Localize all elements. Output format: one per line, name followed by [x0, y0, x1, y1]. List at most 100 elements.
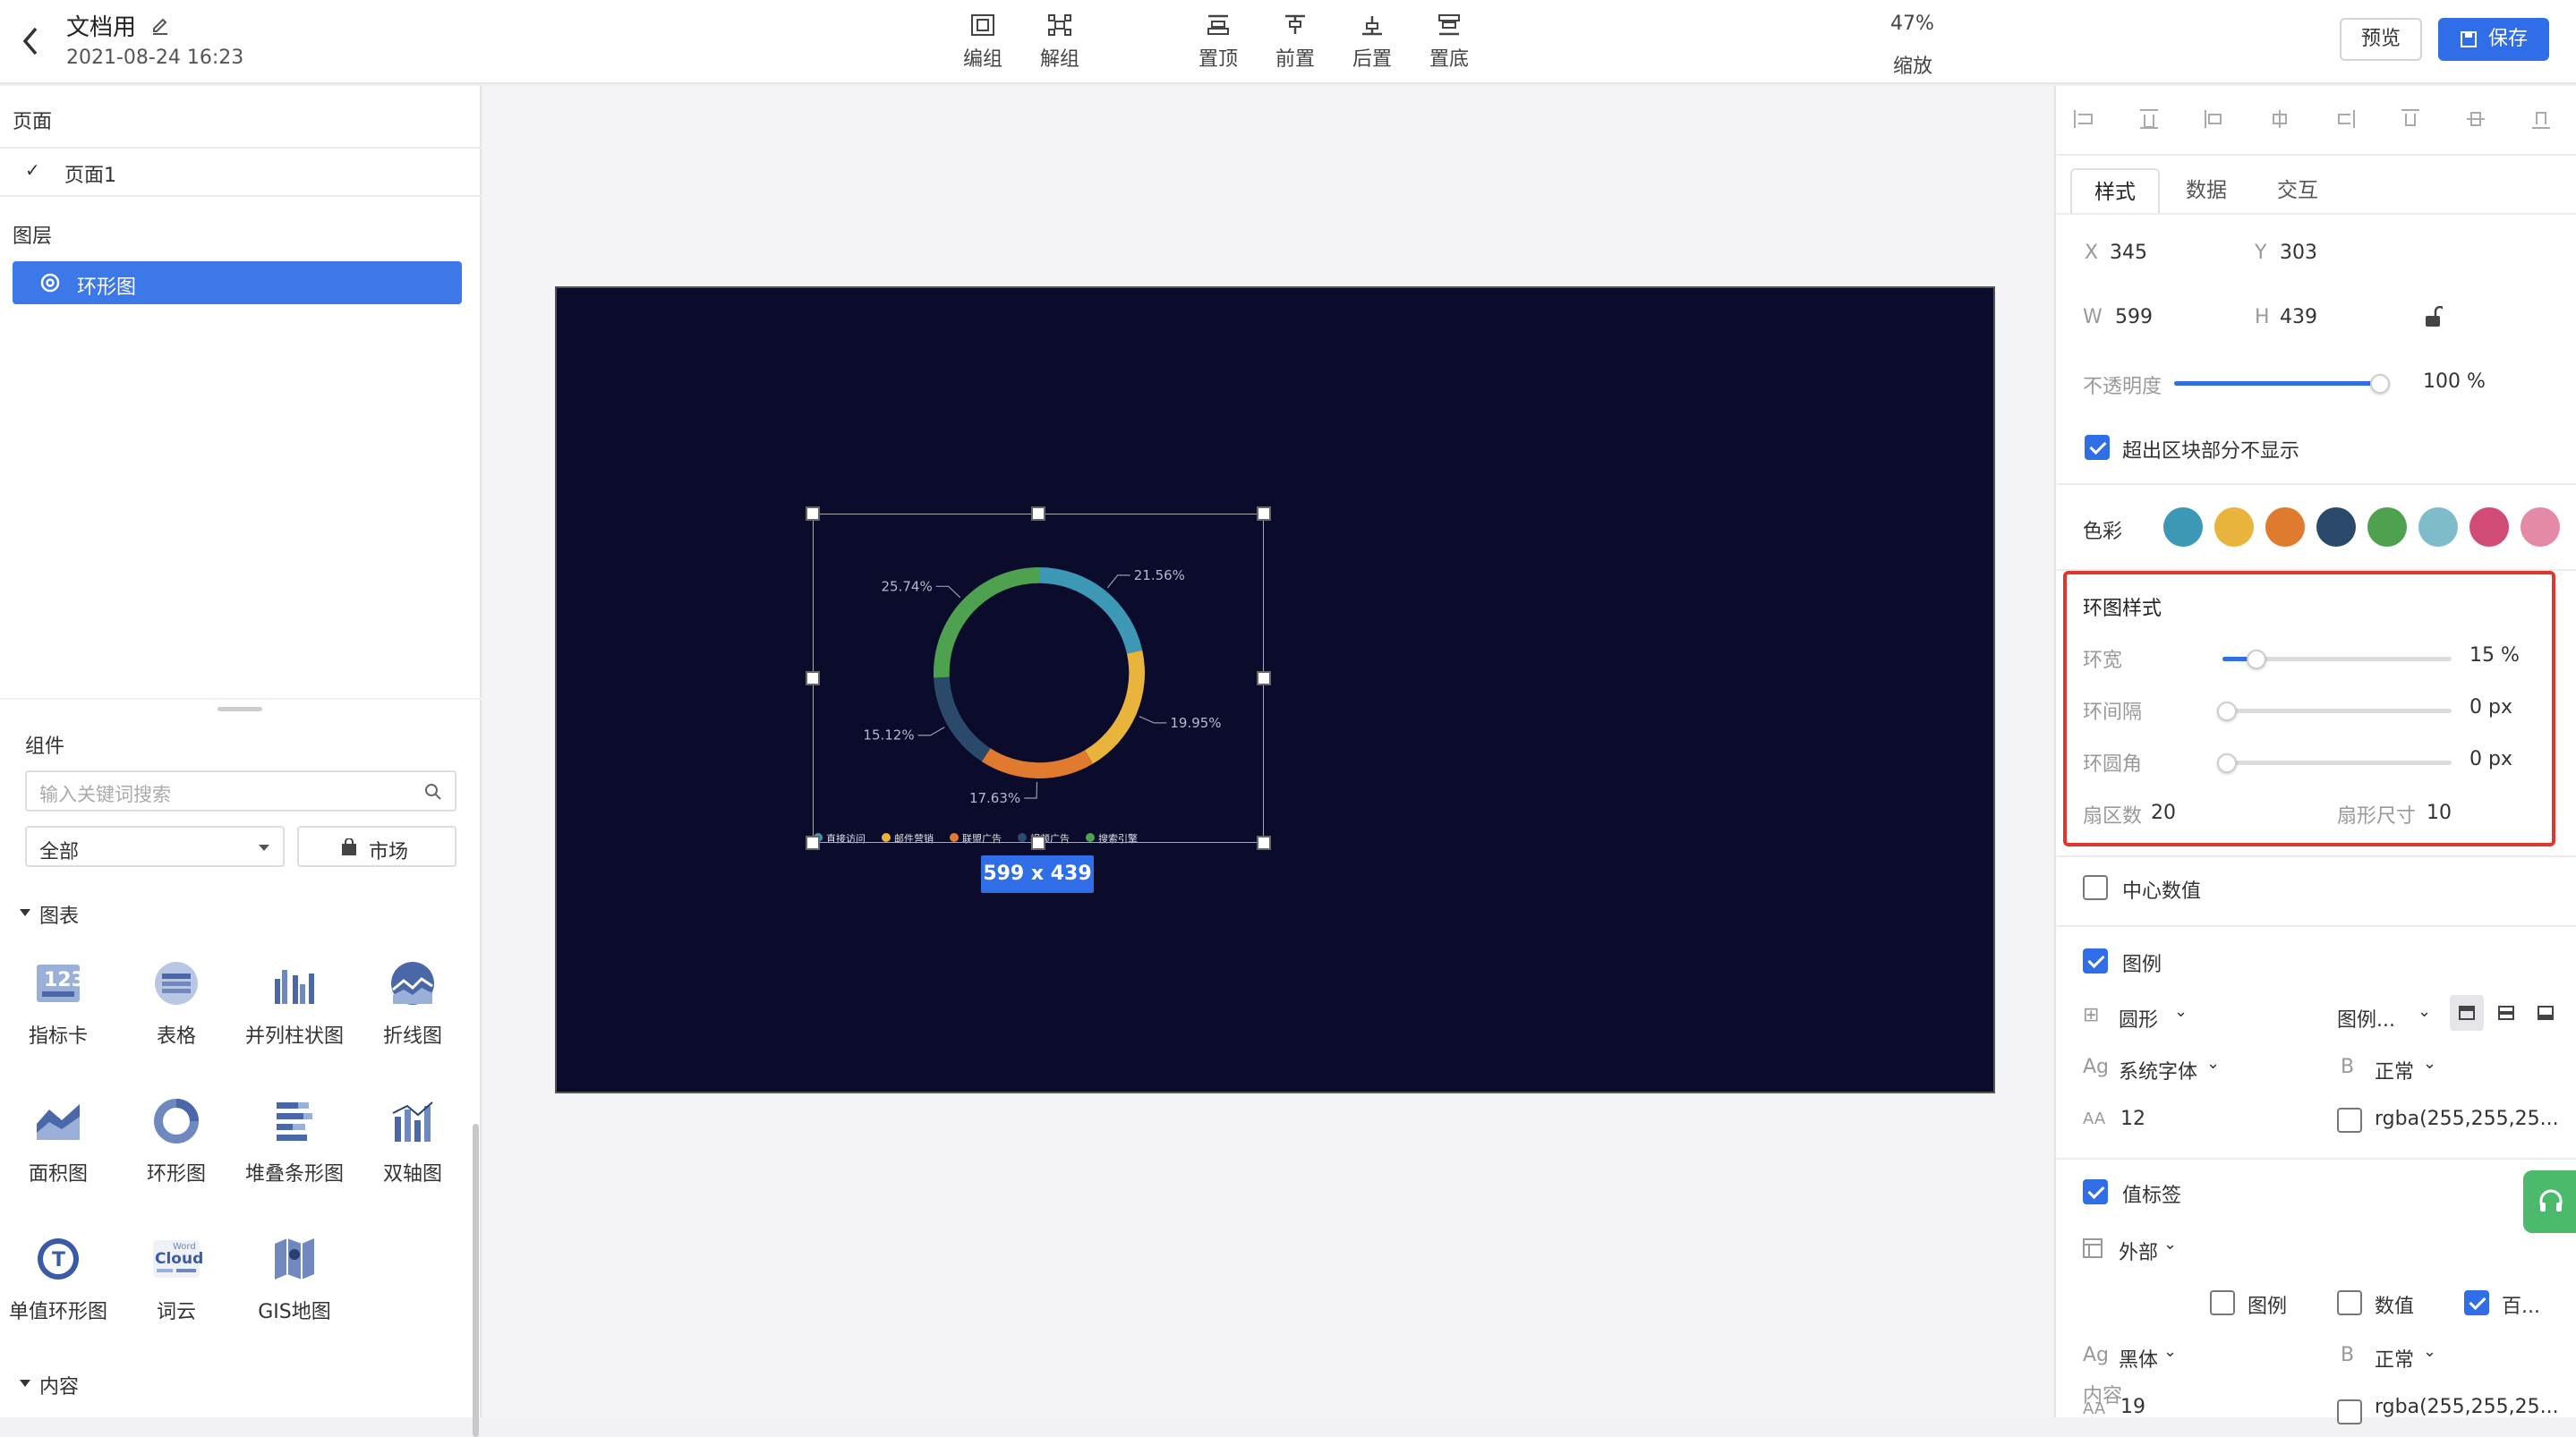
align-top-icon[interactable] — [2333, 107, 2357, 131]
align-right-icon[interactable] — [2203, 107, 2226, 131]
color-swatch[interactable] — [2316, 507, 2356, 547]
color-swatch[interactable] — [2214, 507, 2254, 547]
distribute-h-icon[interactable] — [2268, 107, 2291, 131]
left-scrollbar[interactable] — [473, 1124, 479, 1437]
content-value-checkbox[interactable] — [2337, 1290, 2362, 1315]
tab-interaction[interactable]: 交互 — [2253, 168, 2342, 215]
legend-weight-select[interactable]: 正常 — [2375, 1056, 2414, 1084]
send-to-bottom-button[interactable]: 置底 — [1413, 9, 1485, 72]
component-table[interactable]: 表格 — [118, 959, 235, 1049]
legend-font-size-input[interactable]: 12 — [2120, 1108, 2145, 1130]
layer-item-donut[interactable]: 环形图 — [13, 261, 462, 304]
tab-style[interactable]: 样式 — [2070, 168, 2160, 215]
resize-handle-se[interactable] — [1257, 836, 1271, 850]
legend-color-value[interactable]: rgba(255,255,25... — [2375, 1108, 2559, 1130]
selection-box[interactable] — [813, 514, 1264, 843]
ring-gap-value[interactable]: 0 px — [2469, 696, 2512, 718]
resize-handle-n[interactable] — [1031, 506, 1045, 521]
color-swatch[interactable] — [2469, 507, 2509, 547]
legend-position-select[interactable]: 图例... — [2337, 1004, 2395, 1033]
value-label-color-value[interactable]: rgba(255,255,25... — [2375, 1396, 2559, 1418]
panel-resize-handle[interactable] — [218, 707, 262, 711]
color-swatch[interactable] — [2163, 507, 2203, 547]
preview-button[interactable]: 预览 — [2340, 18, 2422, 61]
component-search-input[interactable]: 输入关键词搜索 — [25, 770, 456, 812]
save-button[interactable]: 保存 — [2438, 18, 2549, 61]
category-select[interactable]: 全部 — [25, 826, 285, 867]
color-swatch[interactable] — [2418, 507, 2458, 547]
component-dual-axis[interactable]: 双轴图 — [354, 1097, 471, 1186]
value-label-font-select[interactable]: 黑体 — [2119, 1344, 2158, 1373]
ungroup-button[interactable]: 解组 — [1024, 9, 1096, 72]
color-swatch[interactable] — [2521, 507, 2560, 547]
edit-icon[interactable] — [150, 16, 170, 41]
group-button[interactable]: 编组 — [947, 9, 1019, 72]
resize-handle-sw[interactable] — [806, 836, 820, 850]
component-metric-card[interactable]: 123 指标卡 — [0, 959, 116, 1049]
unlock-icon[interactable] — [2423, 306, 2443, 327]
ring-radius-slider-thumb[interactable] — [2217, 753, 2237, 773]
sector-count-input[interactable]: 20 — [2151, 802, 2176, 824]
resize-handle-w[interactable] — [806, 671, 820, 685]
component-area-chart[interactable]: 面积图 — [0, 1097, 116, 1186]
w-input[interactable]: 599 — [2115, 306, 2153, 328]
center-value-checkbox[interactable] — [2083, 875, 2108, 900]
legend-layout-1-button[interactable] — [2450, 995, 2484, 1031]
legend-shape-select[interactable]: 圆形 — [2119, 1004, 2158, 1033]
resize-handle-ne[interactable] — [1257, 506, 1271, 521]
tab-data[interactable]: 数据 — [2162, 168, 2251, 215]
opacity-slider-thumb[interactable] — [2370, 374, 2390, 394]
value-label-checkbox[interactable] — [2083, 1179, 2108, 1204]
legend-layout-3-button[interactable] — [2529, 995, 2563, 1031]
legend-checkbox[interactable] — [2083, 948, 2108, 974]
resize-handle-e[interactable] — [1257, 671, 1271, 685]
align-vcenter-icon[interactable] — [2399, 107, 2422, 131]
ring-gap-track[interactable] — [2222, 709, 2452, 713]
y-input[interactable]: 303 — [2280, 242, 2317, 264]
align-hcenter-icon[interactable] — [2137, 107, 2161, 131]
x-input[interactable]: 345 — [2110, 242, 2147, 264]
h-input[interactable]: 439 — [2280, 306, 2317, 328]
clip-overflow-checkbox[interactable] — [2085, 435, 2110, 460]
value-label-position-select[interactable]: 外部 — [2119, 1237, 2158, 1265]
opacity-value[interactable]: 100 % — [2423, 370, 2486, 393]
sector-size-input[interactable]: 10 — [2427, 802, 2452, 824]
content-group-header[interactable]: 内容 — [20, 1371, 199, 1399]
legend-font-select[interactable]: 系统字体 — [2119, 1056, 2197, 1084]
component-line-chart[interactable]: 折线图 — [354, 959, 471, 1049]
content-legend-checkbox[interactable] — [2210, 1290, 2235, 1315]
page-item[interactable]: ✓ 页面1 — [0, 149, 482, 195]
chart-group-header[interactable]: 图表 — [20, 900, 199, 928]
resize-handle-s[interactable] — [1031, 836, 1045, 850]
donut-chart[interactable]: 21.56%19.95%17.63%15.12%25.74%直接访问 邮件营销 联盟… — [557, 288, 1993, 1092]
value-label-font-size-input[interactable]: 19 — [2120, 1396, 2145, 1418]
align-bottom-icon[interactable] — [2464, 107, 2487, 131]
legend-layout-2-button[interactable] — [2489, 995, 2523, 1031]
ring-radius-track[interactable] — [2222, 761, 2452, 765]
align-left-icon[interactable] — [2072, 107, 2095, 131]
color-swatch[interactable] — [2265, 507, 2305, 547]
value-label-color-swatch[interactable] — [2337, 1399, 2362, 1424]
bring-forward-button[interactable]: 前置 — [1259, 9, 1331, 72]
ring-radius-value[interactable]: 0 px — [2469, 748, 2512, 770]
help-support-button[interactable] — [2523, 1170, 2576, 1233]
distribute-v-icon[interactable] — [2529, 107, 2553, 131]
component-single-value-donut[interactable]: T 单值环形图 — [0, 1235, 116, 1324]
ring-width-value[interactable]: 15 % — [2469, 644, 2520, 667]
content-percent-checkbox[interactable] — [2464, 1290, 2489, 1315]
legend-color-swatch[interactable] — [2337, 1108, 2362, 1133]
resize-handle-nw[interactable] — [806, 506, 820, 521]
canvas-stage[interactable]: 21.56% 19.95% 17.63% 15.12% 25.74% 直接访问 邮件营销 联盟… — [555, 286, 1995, 1093]
component-gis-map[interactable]: GIS地图 — [236, 1235, 353, 1324]
component-word-cloud[interactable]: Word Cloud 词云 — [118, 1235, 235, 1324]
component-donut-chart[interactable]: 环形图 — [118, 1097, 235, 1186]
send-backward-button[interactable]: 后置 — [1336, 9, 1408, 72]
bring-to-top-button[interactable]: 置顶 — [1182, 9, 1254, 72]
component-stacked-bar[interactable]: 堆叠条形图 — [236, 1097, 353, 1186]
back-icon[interactable] — [20, 25, 41, 63]
value-label-weight-select[interactable]: 正常 — [2375, 1344, 2414, 1373]
component-grouped-bar[interactable]: 并列柱状图 — [236, 959, 353, 1049]
market-button[interactable]: 市场 — [297, 826, 456, 867]
color-swatch[interactable] — [2367, 507, 2407, 547]
zoom-value[interactable]: 47% — [1890, 13, 1934, 35]
